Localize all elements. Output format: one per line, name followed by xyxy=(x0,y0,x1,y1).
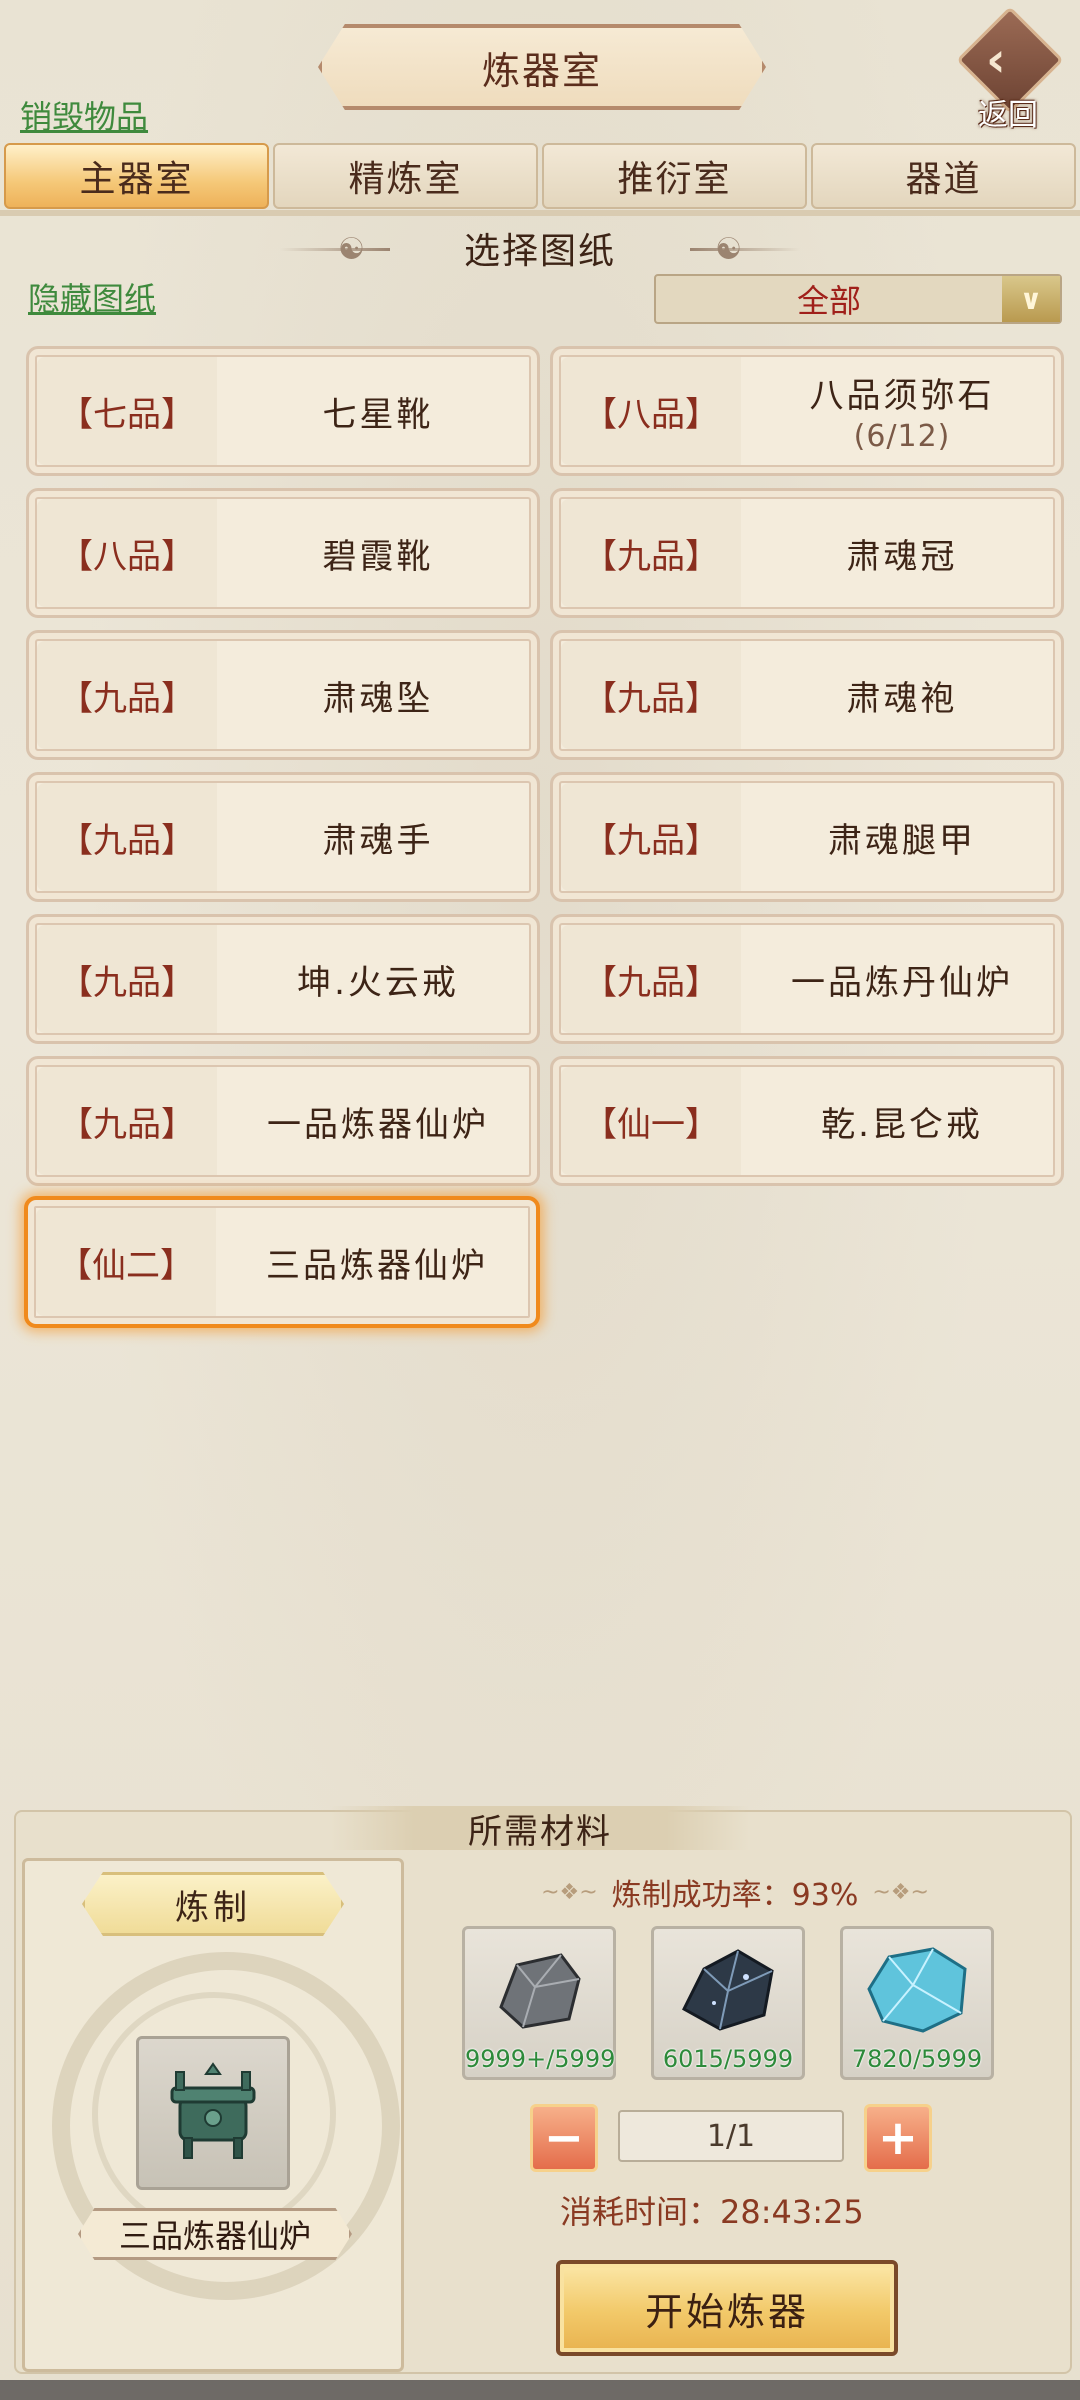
blueprint-card[interactable]: 【七品】 七星靴 xyxy=(26,346,540,476)
plus-icon: + xyxy=(877,2110,919,2166)
blueprint-name: 一品炼器仙炉 xyxy=(267,1104,489,1145)
blueprint-card[interactable]: 【八品】 碧霞靴 xyxy=(26,488,540,618)
tab-main-chamber[interactable]: 主器室 xyxy=(4,143,269,209)
material-slot[interactable]: 7820/5999 xyxy=(840,1926,994,2080)
blueprint-name: 八品须弥石 xyxy=(809,376,995,416)
destroy-items-link[interactable]: 销毁物品 xyxy=(20,92,148,138)
blueprint-name: 肃魂冠 xyxy=(846,536,958,577)
increase-quantity-button[interactable]: + xyxy=(864,2104,932,2172)
blueprint-card[interactable]: 【八品】 八品须弥石 (6/12) xyxy=(550,346,1064,476)
tab-divider xyxy=(0,210,1080,216)
blueprint-card[interactable]: 【九品】 肃魂手 xyxy=(26,772,540,902)
quantity-value: 1/1 xyxy=(706,2118,756,2154)
taiji-icon: ☯ xyxy=(338,232,365,267)
blueprint-name: 碧霞靴 xyxy=(322,536,434,577)
blueprint-grade: 【七品】 xyxy=(37,357,217,465)
blueprint-name: 七星靴 xyxy=(322,394,434,435)
blueprint-grade: 【仙一】 xyxy=(561,1067,741,1175)
blueprint-grade: 【九品】 xyxy=(561,925,741,1033)
hide-blueprints-link[interactable]: 隐藏图纸 xyxy=(28,274,156,320)
material-slot[interactable]: 9999+/5999 xyxy=(462,1926,616,2080)
success-rate-text: 炼制成功率：93% xyxy=(611,1878,859,1913)
blueprint-card[interactable]: 【九品】 肃魂腿甲 xyxy=(550,772,1064,902)
time-cost: 消耗时间：28:43:25 xyxy=(560,2188,920,2232)
decrease-quantity-button[interactable]: − xyxy=(530,2104,598,2172)
material-count: 6015/5999 xyxy=(662,2045,794,2073)
blueprint-name: 乾.昆仑戒 xyxy=(821,1104,983,1145)
blueprint-grade: 【九品】 xyxy=(561,641,741,749)
blueprint-card[interactable]: 【九品】 肃魂冠 xyxy=(550,488,1064,618)
product-slot[interactable] xyxy=(136,2036,290,2190)
section-title: 选择图纸 xyxy=(463,231,616,272)
start-refining-label: 开始炼器 xyxy=(644,2289,809,2334)
forge-label-plaque: 炼制 xyxy=(82,1872,344,1936)
start-refining-button[interactable]: 开始炼器 xyxy=(556,2260,898,2356)
material-count: 7820/5999 xyxy=(851,2045,983,2073)
blueprint-progress: (6/12) xyxy=(853,419,951,454)
blueprint-name: 肃魂坠 xyxy=(322,678,434,719)
bottom-bar xyxy=(0,2380,1080,2400)
blueprint-name: 肃魂手 xyxy=(322,820,434,861)
material-count: 9999+/5999 xyxy=(465,2045,616,2073)
tab-deduction-chamber[interactable]: 推衍室 xyxy=(542,143,807,209)
blueprint-grade: 【八品】 xyxy=(561,357,741,465)
blueprint-card[interactable]: 【九品】 肃魂坠 xyxy=(26,630,540,760)
materials-title-bar: 所需材料 xyxy=(330,1806,750,1852)
blueprint-card[interactable]: 【九品】 肃魂袍 xyxy=(550,630,1064,760)
blueprint-card[interactable]: 【仙一】 乾.昆仑戒 xyxy=(550,1056,1064,1186)
minus-icon: − xyxy=(543,2110,585,2166)
back-button[interactable]: ‹ 返回 xyxy=(956,6,1064,133)
blueprint-card[interactable]: 【九品】 坤.火云戒 xyxy=(26,914,540,1044)
cloud-ornament-icon: ~❖~ xyxy=(872,1879,929,1905)
time-cost-text: 消耗时间：28:43:25 xyxy=(560,2193,864,2231)
grey-ore-icon xyxy=(499,1953,581,2029)
dark-crystal-ore-icon xyxy=(682,1949,774,2031)
forge-label: 炼制 xyxy=(175,1887,251,1928)
blueprint-grade: 【九品】 xyxy=(37,925,217,1033)
back-label: 返回 xyxy=(978,98,1038,133)
left-divider xyxy=(280,248,390,251)
chevron-down-icon: ∨ xyxy=(1002,276,1060,322)
tab-artifact-dao[interactable]: 器道 xyxy=(811,143,1076,209)
page-title: 炼器室 xyxy=(481,48,602,93)
grade-filter-dropdown[interactable]: 全部 ∨ xyxy=(654,274,1062,324)
blueprint-grade: 【仙二】 xyxy=(36,1208,216,1316)
blueprint-name: 肃魂袍 xyxy=(846,678,958,719)
product-name-plaque: 三品炼器仙炉 xyxy=(78,2208,352,2260)
tab-refining-chamber[interactable]: 精炼室 xyxy=(273,143,538,209)
blueprint-grade: 【八品】 xyxy=(37,499,217,607)
right-divider xyxy=(690,248,800,251)
blueprint-name: 三品炼器仙炉 xyxy=(266,1245,488,1286)
section-header: ☯ 选择图纸 ☯ xyxy=(280,222,800,274)
filter-value: 全部 xyxy=(796,282,861,320)
blue-crystal-icon xyxy=(867,1947,967,2033)
blueprint-name: 肃魂腿甲 xyxy=(828,820,976,861)
blueprint-card[interactable]: 【九品】 一品炼器仙炉 xyxy=(26,1056,540,1186)
material-slot[interactable]: 6015/5999 xyxy=(651,1926,805,2080)
blueprint-name: 一品炼丹仙炉 xyxy=(791,962,1013,1003)
blueprint-card-selected[interactable]: 【仙二】 三品炼器仙炉 xyxy=(24,1196,540,1328)
blueprint-grade: 【九品】 xyxy=(37,641,217,749)
success-rate: ~❖~ 炼制成功率：93% ~❖~ xyxy=(410,1870,1060,1914)
blueprint-grade: 【九品】 xyxy=(37,783,217,891)
title-plaque: 炼器室 xyxy=(318,24,766,110)
blueprint-grade: 【九品】 xyxy=(37,1067,217,1175)
quantity-field[interactable]: 1/1 xyxy=(618,2110,844,2162)
blueprint-grade: 【九品】 xyxy=(561,783,741,891)
product-name: 三品炼器仙炉 xyxy=(118,2217,311,2255)
cloud-ornament-icon: ~❖~ xyxy=(541,1879,598,1905)
back-arrow-icon: ‹ xyxy=(986,32,1006,88)
materials-title: 所需材料 xyxy=(468,1811,612,1852)
tab-bar: 主器室 精炼室 推衍室 器道 xyxy=(4,143,1076,209)
cauldron-icon xyxy=(170,2062,256,2159)
blueprint-grade: 【九品】 xyxy=(561,499,741,607)
blueprint-name: 坤.火云戒 xyxy=(297,962,459,1003)
blueprint-card[interactable]: 【九品】 一品炼丹仙炉 xyxy=(550,914,1064,1044)
